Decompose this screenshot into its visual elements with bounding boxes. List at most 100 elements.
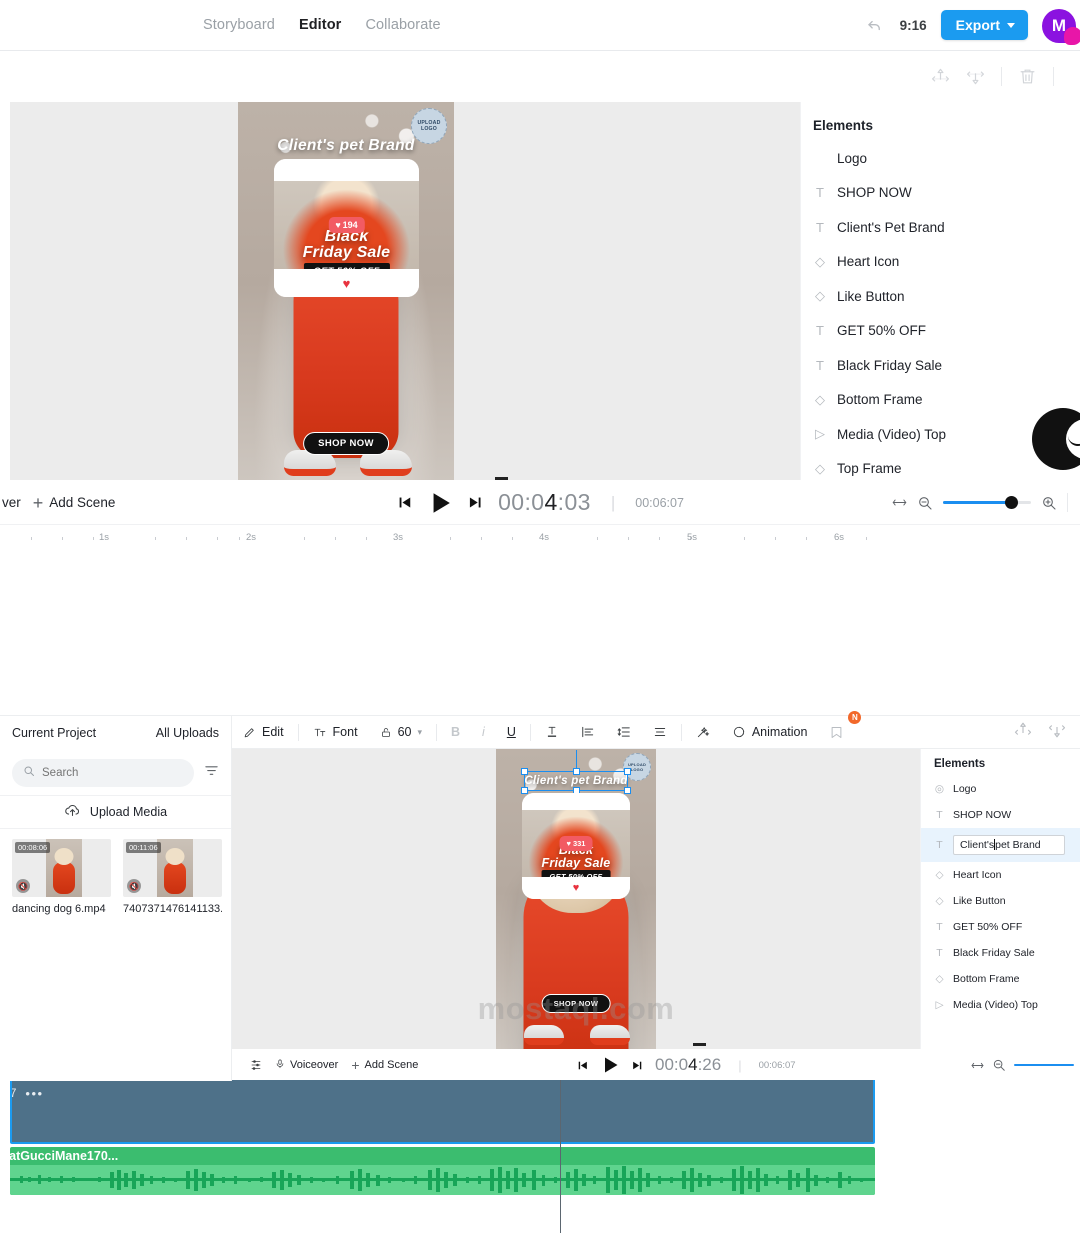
lower-zoom-slider[interactable]	[1014, 1063, 1074, 1067]
search-box[interactable]	[12, 759, 194, 787]
element-item-shop-now[interactable]: T SHOP NOW	[921, 802, 1080, 828]
undo-icon[interactable]	[864, 14, 886, 36]
filter-icon[interactable]	[204, 763, 219, 783]
shop-now-button[interactable]: SHOP NOW	[303, 432, 389, 455]
voiceover-label-clipped[interactable]: ver	[2, 495, 21, 510]
phone-preview-top[interactable]: UPLOAD LOGO Client's pet Brand Black Fri…	[238, 102, 454, 480]
font-size-control[interactable]: 60 ▾	[369, 716, 433, 749]
transport-left: ver + Add Scene	[0, 494, 115, 512]
element-item-logo[interactable]: Logo	[801, 141, 1080, 176]
selection-handle-tc[interactable]	[572, 768, 580, 775]
skip-next-icon[interactable]	[467, 494, 484, 511]
move-layer-up-icon[interactable]	[931, 67, 950, 86]
play-icon[interactable]	[427, 490, 453, 516]
element-item-client-pet-brand-editing[interactable]: T Client'spet Brand	[921, 828, 1080, 862]
line-height-icon[interactable]	[606, 716, 642, 749]
add-scene-button[interactable]: + Add Scene	[33, 494, 116, 512]
timeline-ruler[interactable]: 1s 2s 3s 4s 5s 6s	[0, 525, 875, 550]
edit-button[interactable]: Edit	[232, 716, 295, 749]
stage-resize-handle-top[interactable]	[495, 477, 508, 480]
text-align-icon[interactable]	[570, 716, 606, 749]
element-rename-input[interactable]: Client'spet Brand	[953, 835, 1065, 855]
media-thumbnail-item[interactable]: 00:08:06 🔇 dancing dog 6.mp4	[12, 839, 111, 915]
video-track-menu-icon[interactable]: •••	[25, 1086, 43, 1101]
timeline-audio-track[interactable]: featGucciMane170...	[10, 1147, 875, 1195]
element-item-bottom-frame[interactable]: ◇ Bottom Frame	[801, 383, 1080, 418]
headline-line-2: Friday Sale	[541, 855, 611, 870]
nav-tab-storyboard[interactable]: Storyboard	[203, 17, 275, 33]
zoom-out-icon[interactable]	[992, 1058, 1006, 1072]
move-layer-up-icon[interactable]	[1014, 721, 1032, 744]
element-item-heart-icon[interactable]: ◇ Heart Icon	[801, 245, 1080, 280]
timeline-video-track[interactable]: 6:07 •••	[10, 1078, 875, 1144]
element-label: SHOP NOW	[837, 185, 912, 201]
mute-icon[interactable]: 🔇	[127, 879, 141, 893]
play-icon[interactable]	[600, 1055, 620, 1075]
zoom-slider-knob[interactable]	[1004, 496, 1018, 509]
like-button-icon[interactable]: ♥	[343, 276, 351, 291]
current-time-highlight: 4	[544, 489, 558, 515]
timeline-playhead[interactable]	[554, 1048, 567, 1233]
element-label: Top Frame	[837, 461, 902, 477]
fit-width-icon[interactable]	[892, 495, 907, 510]
bold-button[interactable]: B	[440, 716, 471, 749]
element-item-logo[interactable]: ◎ Logo	[921, 776, 1080, 802]
tab-all-uploads[interactable]: All Uploads	[156, 726, 219, 740]
element-item-get-50-off[interactable]: T GET 50% OFF	[921, 914, 1080, 940]
element-item-black-friday-sale[interactable]: T Black Friday Sale	[921, 940, 1080, 966]
underline-button[interactable]: U	[496, 716, 527, 749]
skip-previous-icon[interactable]	[576, 1059, 589, 1072]
zoom-out-icon[interactable]	[917, 495, 933, 511]
zoom-in-icon[interactable]	[1041, 495, 1057, 511]
brand-title-text[interactable]: Client's pet Brand	[238, 137, 454, 155]
selection-handle-br[interactable]	[624, 787, 631, 794]
move-layer-down-icon[interactable]	[966, 67, 985, 86]
current-time-suffix: :03	[557, 489, 591, 515]
element-item-shop-now[interactable]: T SHOP NOW	[801, 176, 1080, 211]
element-item-black-friday-sale[interactable]: T Black Friday Sale	[801, 348, 1080, 383]
fit-width-icon[interactable]	[971, 1059, 984, 1072]
media-thumbnail-item[interactable]: 00:11:06 🔇 7407371476141133...	[123, 839, 222, 915]
stage-resize-handle-low[interactable]	[693, 1043, 706, 1046]
mute-icon[interactable]: 🔇	[16, 879, 30, 893]
text-selection-box[interactable]	[521, 750, 631, 794]
text-color-icon[interactable]	[534, 716, 570, 749]
justify-icon[interactable]	[642, 716, 678, 749]
element-item-like-button[interactable]: ◇ Like Button	[801, 279, 1080, 314]
magic-wand-icon[interactable]	[685, 716, 721, 749]
like-button-icon[interactable]: ♥	[573, 882, 580, 894]
selection-handle-tl[interactable]	[521, 768, 528, 775]
skip-previous-icon[interactable]	[396, 494, 413, 511]
font-button[interactable]: Font	[302, 716, 369, 749]
tracks-icon[interactable]	[250, 1059, 262, 1071]
element-item-client-pet-brand[interactable]: T Client's Pet Brand	[801, 210, 1080, 245]
element-item-bottom-frame[interactable]: ◇ Bottom Frame	[921, 966, 1080, 992]
text-icon: T	[936, 839, 943, 851]
bookmark-icon[interactable]: N	[818, 710, 862, 749]
search-input[interactable]	[42, 767, 183, 779]
export-button[interactable]: Export	[940, 10, 1028, 40]
tab-current-project[interactable]: Current Project	[12, 726, 96, 740]
transport-controls: 00:04:03 | 00:06:07	[396, 489, 684, 516]
italic-button[interactable]: i	[471, 716, 496, 749]
move-layer-down-icon[interactable]	[1048, 721, 1066, 744]
avatar[interactable]: M	[1042, 6, 1080, 45]
microphone-icon	[275, 1058, 285, 1073]
trash-icon[interactable]	[1018, 67, 1037, 86]
lower-add-scene-button[interactable]: + Add Scene	[351, 1058, 418, 1072]
voiceover-button[interactable]: Voiceover	[275, 1058, 338, 1073]
animation-button[interactable]: Animation	[721, 716, 819, 749]
skip-next-icon[interactable]	[631, 1059, 644, 1072]
element-item-media-video-top[interactable]: ▷ Media (Video) Top	[921, 992, 1080, 1018]
nav-tab-collaborate[interactable]: Collaborate	[365, 17, 440, 33]
element-item-heart-icon[interactable]: ◇ Heart Icon	[921, 862, 1080, 888]
font-label: Font	[332, 725, 358, 739]
upload-media-button[interactable]: Upload Media	[0, 795, 231, 829]
selection-handle-tr[interactable]	[624, 768, 631, 775]
element-label: Like Button	[837, 288, 905, 304]
nav-tab-editor[interactable]: Editor	[299, 17, 342, 33]
zoom-slider[interactable]	[943, 496, 1031, 509]
element-item-like-button[interactable]: ◇ Like Button	[921, 888, 1080, 914]
selection-handle-bl[interactable]	[521, 787, 528, 794]
element-item-get-50-off[interactable]: T GET 50% OFF	[801, 314, 1080, 349]
